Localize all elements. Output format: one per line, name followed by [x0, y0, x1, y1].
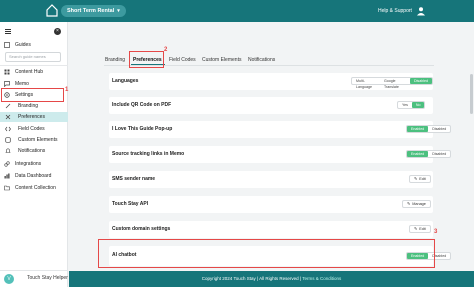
chevron-down-icon: ▾	[117, 8, 120, 14]
setting-row-qr-code: Include QR Code on PDF Yes No	[109, 97, 433, 114]
qr-code-toggle[interactable]: Yes No	[397, 101, 426, 109]
sidebar-item-integrations[interactable]: Integrations	[0, 159, 68, 169]
guide-selector-label: Short Term Rental	[67, 8, 115, 14]
sidebar-item-label: Custom Elements	[18, 137, 58, 143]
option-disabled[interactable]: Disabled	[428, 126, 450, 132]
user-icon[interactable]	[416, 6, 426, 16]
sidebar-item-label: Preferences	[18, 114, 45, 120]
sidebar-item-label: Guides	[15, 42, 31, 48]
option-multi-language[interactable]: Multi-Language	[352, 78, 380, 89]
sidebar-item-label: Notifications	[18, 148, 46, 154]
setting-row-tracking-links: Source tracking links in Memo Enabled Di…	[109, 146, 452, 163]
divider	[0, 65, 68, 66]
sidebar-item-notifications[interactable]: Notifications	[0, 146, 68, 156]
top-bar: Short Term Rental ▾ Help & Support	[0, 0, 474, 22]
edit-button[interactable]: ✎ Edit	[409, 175, 431, 183]
sidebar-item-content-hub[interactable]: Content Hub	[0, 67, 68, 77]
sidebar-item-label: Content Collection	[15, 185, 56, 191]
option-disabled[interactable]: Disabled	[428, 151, 450, 157]
sliders-icon	[5, 114, 11, 120]
help-support-link[interactable]: Help & Support	[378, 7, 412, 15]
sidebar-item-field-codes[interactable]: Field Codes	[0, 124, 68, 134]
pencil-icon: ✎	[407, 202, 411, 206]
annotation-number-2: 2	[164, 47, 168, 53]
setting-label: Source tracking links in Memo	[112, 151, 185, 157]
sidebar-item-custom-elements[interactable]: Custom Elements	[0, 135, 68, 145]
helper-label: Touch Stay Helper	[27, 275, 68, 281]
setting-row-api: Touch Stay API ✎ Manage	[109, 196, 433, 213]
sidebar-item-label: Data Dashboard	[15, 173, 52, 179]
annotation-box-2	[129, 51, 164, 68]
scrollbar-track[interactable]	[468, 22, 474, 271]
tab-branding[interactable]: Branding	[105, 56, 125, 64]
popup-toggle[interactable]: Enabled Disabled	[406, 125, 452, 133]
sidebar: × Guides Search guide names Content Hub …	[0, 22, 68, 287]
option-enabled[interactable]: Enabled	[407, 126, 429, 132]
setting-row-sms-sender: SMS sender name ✎ Edit	[109, 171, 433, 188]
setting-label: Touch Stay API	[112, 201, 149, 207]
option-enabled[interactable]: Enabled	[407, 151, 429, 157]
option-disabled[interactable]: Disabled	[410, 78, 432, 84]
tracking-toggle[interactable]: Enabled Disabled	[406, 150, 452, 158]
setting-label: I Love This Guide Pop-up	[112, 126, 173, 132]
footer-copyright: Copyright 2024 Touch Stay | All Rights R…	[201, 276, 303, 281]
setting-label: SMS sender name	[112, 176, 156, 182]
folder-icon	[4, 185, 10, 191]
hamburger-menu-icon[interactable]	[5, 29, 11, 34]
grid-icon	[4, 69, 10, 75]
sidebar-item-branding[interactable]: Branding	[0, 101, 68, 111]
option-google-translate[interactable]: Google Translate	[380, 78, 410, 89]
footer: Copyright 2024 Touch Stay | All Rights R…	[69, 271, 474, 287]
search-input[interactable]: Search guide names	[5, 52, 61, 62]
chart-icon	[4, 173, 10, 179]
option-no[interactable]: No	[411, 102, 425, 108]
annotation-number-1: 1	[65, 87, 69, 93]
edit-button-label: Edit	[419, 227, 426, 231]
tab-notifications[interactable]: Notifications	[248, 56, 275, 64]
chat-icon	[4, 81, 10, 87]
sidebar-item-preferences[interactable]: Preferences	[0, 112, 68, 122]
annotation-box-3	[98, 239, 435, 268]
annotation-box-1	[1, 88, 64, 102]
languages-toggle[interactable]: Multi-Language Google Translate Disabled	[351, 77, 433, 89]
sidebar-header: ×	[0, 22, 68, 40]
bell-icon	[5, 148, 11, 153]
touch-stay-helper[interactable]: V Touch Stay Helper	[0, 270, 68, 287]
sidebar-item-guides[interactable]: Guides	[0, 40, 68, 50]
manage-button-label: Manage	[412, 202, 426, 206]
scrollbar-thumb[interactable]	[470, 74, 473, 114]
pencil-icon: ✎	[414, 227, 418, 231]
book-icon	[4, 42, 10, 48]
setting-label: Languages	[112, 78, 139, 84]
terms-link[interactable]: Terms & Conditions	[302, 276, 341, 281]
setting-row-languages: Languages Multi-Language Google Translat…	[109, 73, 433, 90]
sidebar-item-data-dashboard[interactable]: Data Dashboard	[0, 171, 68, 181]
sidebar-item-content-collection[interactable]: Content Collection	[0, 183, 68, 193]
sidebar-item-label: Branding	[18, 103, 39, 109]
guide-selector[interactable]: Short Term Rental ▾	[61, 5, 126, 17]
setting-label: Include QR Code on PDF	[112, 102, 172, 108]
pencil-icon: ✎	[414, 177, 418, 181]
edit-button[interactable]: ✎ Edit	[409, 225, 431, 233]
close-icon[interactable]: ×	[54, 28, 61, 35]
home-icon[interactable]	[46, 4, 58, 17]
sidebar-item-label: Field Codes	[18, 126, 45, 132]
setting-row-custom-domain: Custom domain settings ✎ Edit	[109, 221, 433, 238]
sidebar-item-label: Integrations	[15, 161, 42, 167]
manage-button[interactable]: ✎ Manage	[402, 200, 431, 208]
sidebar-item-label: Content Hub	[15, 69, 44, 75]
setting-row-popup: I Love This Guide Pop-up Enabled Disable…	[109, 121, 452, 138]
edit-button-label: Edit	[419, 177, 426, 181]
tab-custom-elements[interactable]: Custom Elements	[202, 56, 241, 64]
puzzle-icon	[5, 137, 11, 143]
avatar: V	[4, 274, 14, 284]
code-icon	[5, 126, 11, 132]
link-icon	[4, 161, 10, 167]
tab-field-codes[interactable]: Field Codes	[169, 56, 196, 64]
annotation-number-3: 3	[434, 229, 438, 235]
option-yes[interactable]: Yes	[398, 102, 412, 108]
setting-label: Custom domain settings	[112, 226, 171, 232]
brush-icon	[5, 103, 11, 109]
